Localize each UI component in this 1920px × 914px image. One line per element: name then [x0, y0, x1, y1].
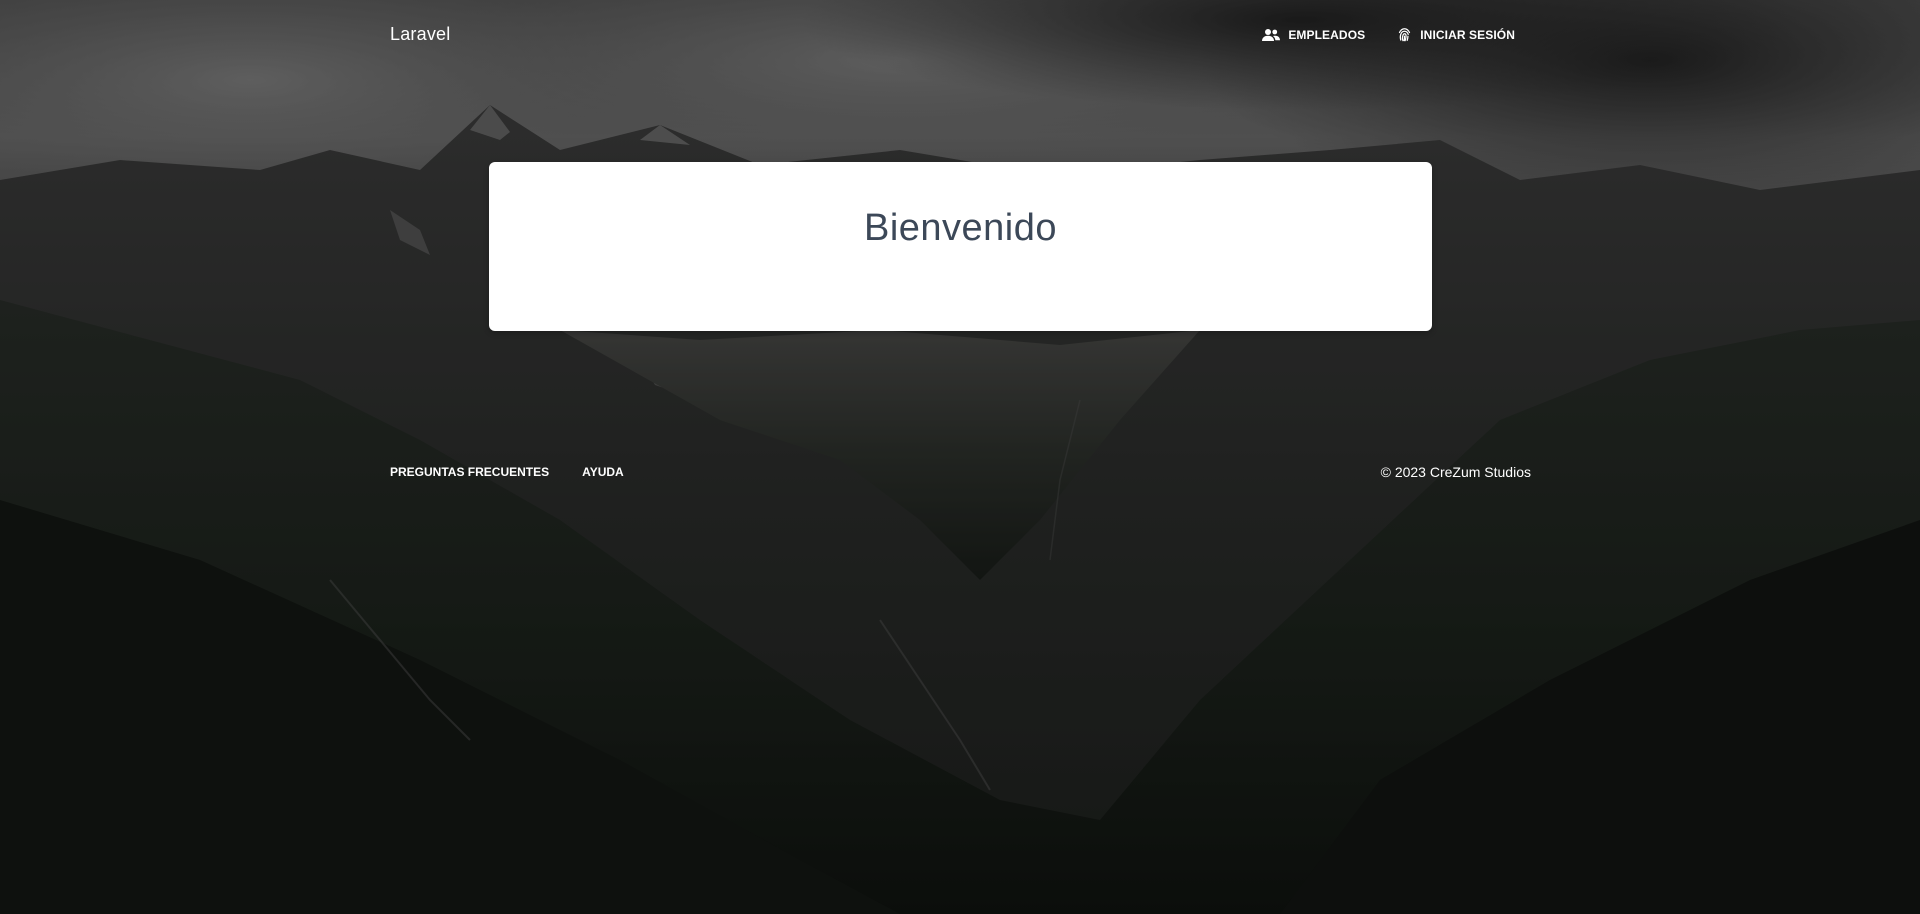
welcome-card: Bienvenido	[489, 162, 1432, 331]
footer-link-preguntas-frecuentes[interactable]: Preguntas frecuentes	[390, 465, 549, 479]
nav-link-label: Empleados	[1288, 28, 1366, 42]
nav-link-iniciar-sesion[interactable]: Iniciar sesión	[1397, 27, 1515, 43]
fingerprint-icon	[1397, 27, 1412, 43]
copyright-text: © 2023 CreZum Studios	[1380, 464, 1531, 480]
page: Laravel Empleados	[0, 0, 1920, 914]
people-icon	[1262, 28, 1281, 42]
top-navbar: Laravel Empleados	[390, 0, 1530, 70]
background-overlay	[0, 0, 1920, 914]
nav-link-empleados[interactable]: Empleados	[1262, 28, 1365, 42]
footer-link-ayuda[interactable]: Ayuda	[582, 465, 624, 479]
card-title: Bienvenido	[863, 207, 1058, 249]
brand-link[interactable]: Laravel	[390, 24, 450, 45]
nav-links: Empleados Iniciar sesión	[1262, 27, 1515, 43]
footer-links: Preguntas frecuentes Ayuda	[390, 465, 624, 479]
footer: Preguntas frecuentes Ayuda © 2023 CreZum…	[390, 460, 1531, 484]
nav-link-label: Iniciar sesión	[1420, 28, 1515, 42]
